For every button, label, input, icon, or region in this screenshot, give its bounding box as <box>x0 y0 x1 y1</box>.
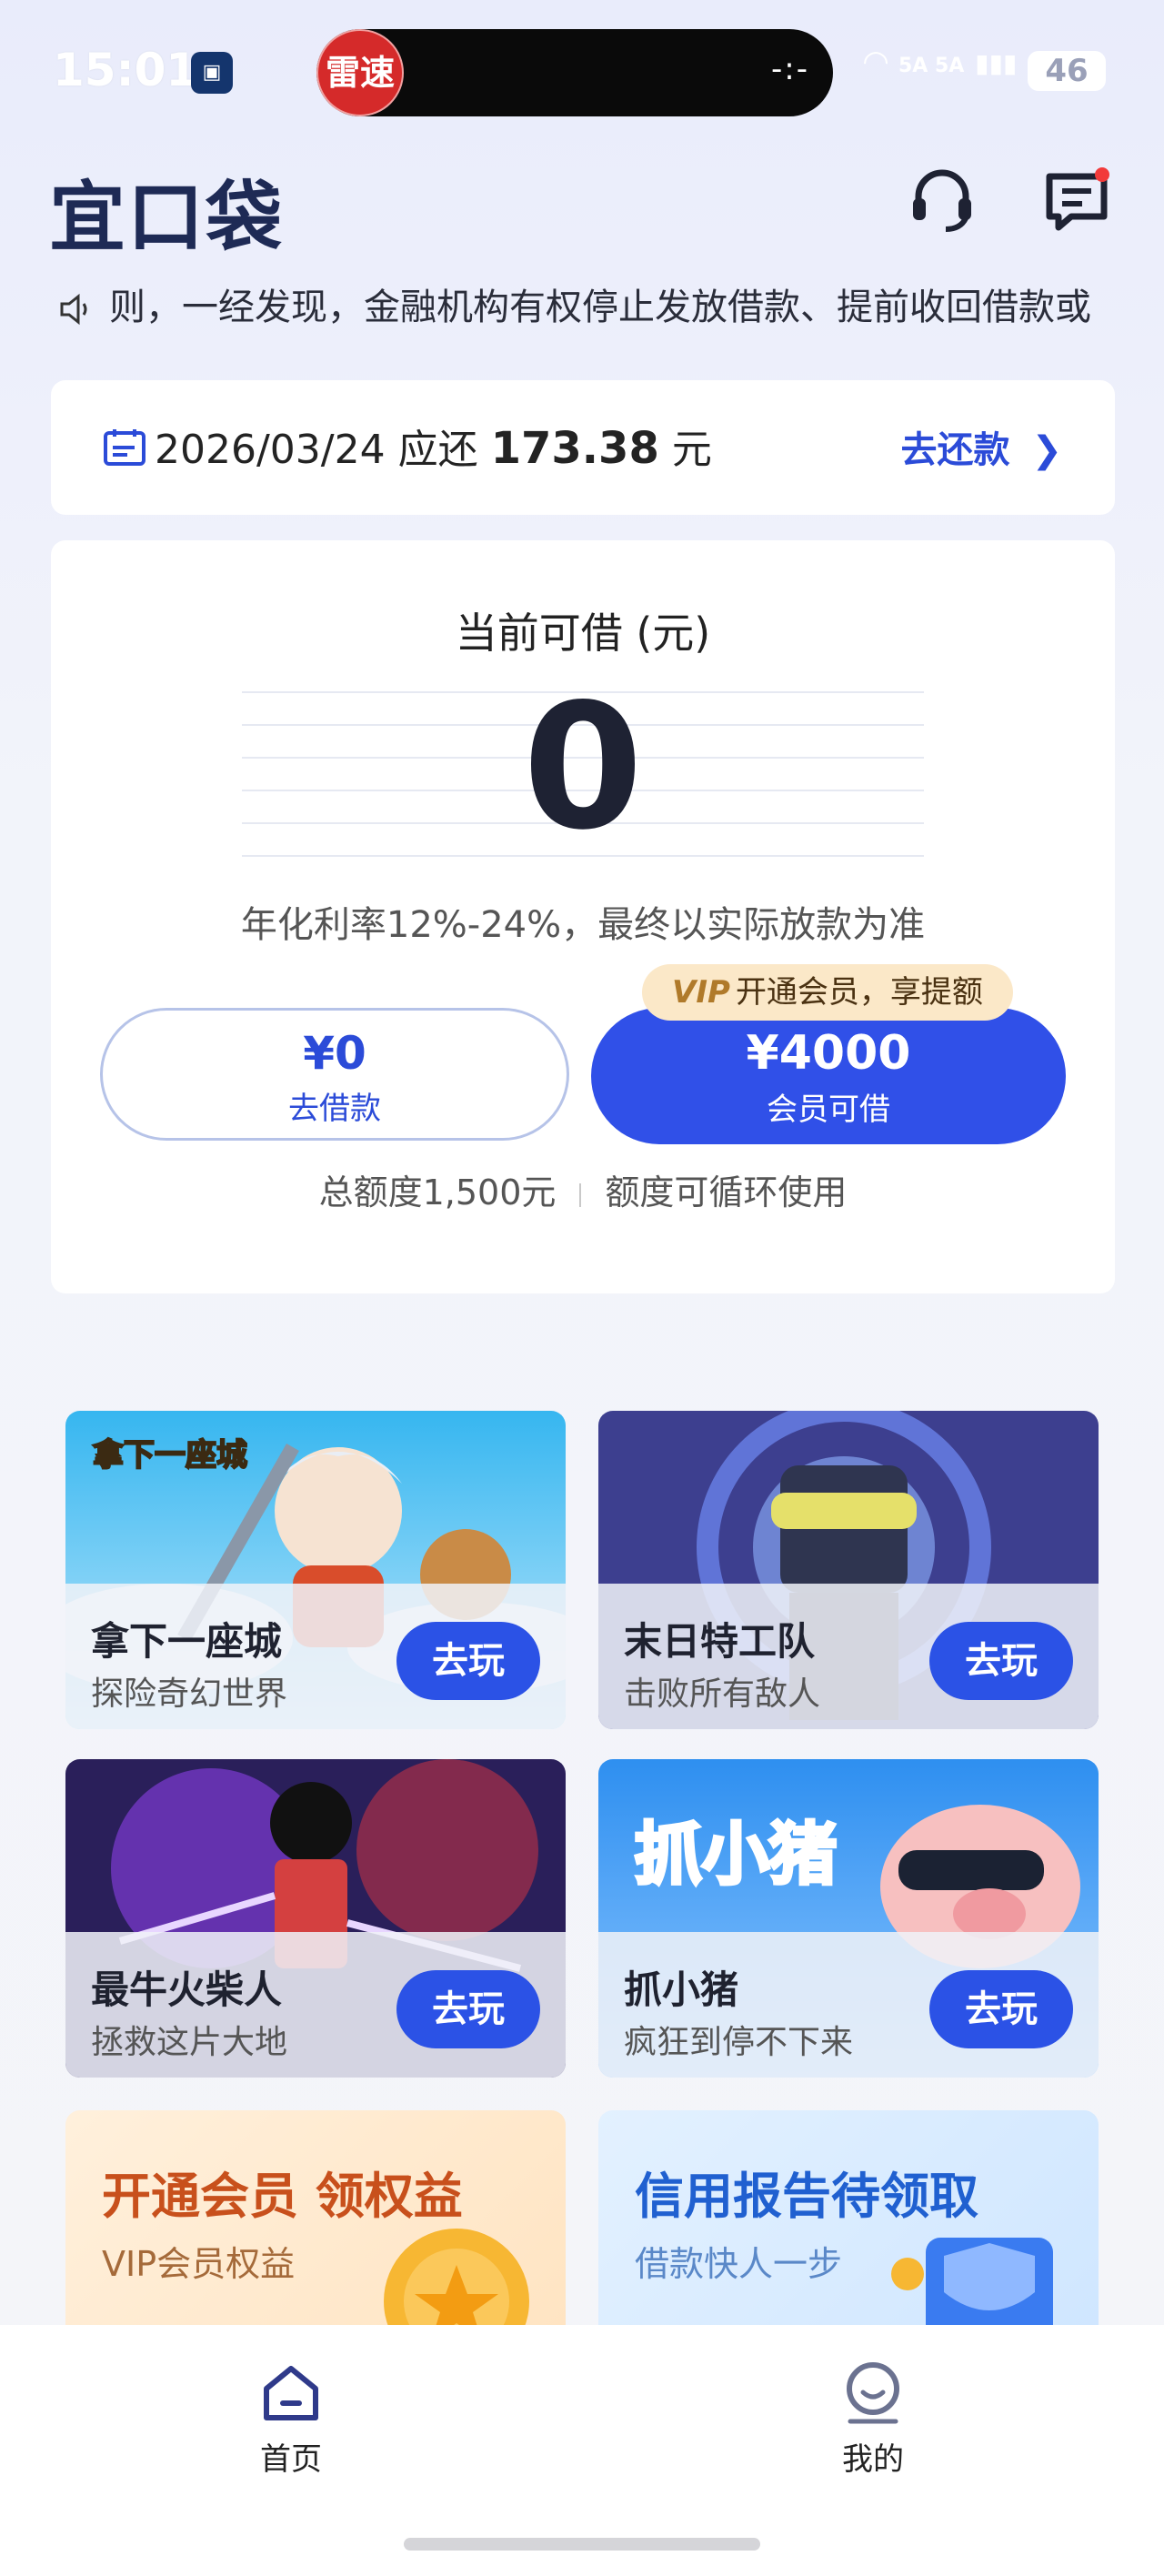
speaker-icon <box>60 293 87 326</box>
game-art-title: 拿下一座城 <box>93 1437 247 1474</box>
member-borrow-button[interactable]: ¥4000 会员可借 <box>591 1008 1066 1144</box>
nav-mine[interactable]: 我的 <box>782 2361 964 2479</box>
nav-home[interactable]: 首页 <box>200 2361 382 2479</box>
quota-info: 总额度1,500元 额度可循环使用 <box>51 1164 1115 1214</box>
game-card[interactable]: 拿下一座城 拿下一座城 探险奇幻世界 去玩 <box>65 1411 566 1729</box>
battery-indicator: 46 <box>1028 51 1106 91</box>
due-amount: 173.38 <box>490 423 659 474</box>
vip-icon: VIP <box>672 974 730 1011</box>
borrow-label: 去借款 <box>288 1091 381 1127</box>
vip-tip-text: 开通会员，享提额 <box>735 974 983 1011</box>
profile-icon <box>847 2362 899 2424</box>
play-button[interactable]: 去玩 <box>929 1622 1073 1700</box>
borrow-button[interactable]: ¥0 去借款 <box>100 1008 569 1141</box>
game-card[interactable]: 末日特工队 击败所有敌人 去玩 <box>598 1411 1099 1729</box>
chevron-right-icon: ❯ <box>1031 429 1062 471</box>
game-name: 最牛火柴人 <box>91 1967 283 2012</box>
member-label: 会员可借 <box>767 1092 890 1128</box>
island-app-badge: 雷速 <box>316 29 404 116</box>
home-indicator[interactable] <box>404 2538 760 2551</box>
cycle-note: 额度可循环使用 <box>605 1172 848 1213</box>
credit-card: 当前可借 (元) 0 年化利率12%-24%，最终以实际放款为准 ¥0 去借款 … <box>51 540 1115 1293</box>
due-unit: 元 <box>671 427 712 473</box>
due-info: 2026/03/24 应还 173.38 元 <box>155 417 712 475</box>
repay-link[interactable]: 去还款 ❯ <box>901 420 1062 473</box>
game-desc: 疯狂到停不下来 <box>624 2024 854 2061</box>
home-icon <box>264 2366 318 2420</box>
game-card[interactable]: 抓小猪 抓小猪 疯狂到停不下来 去玩 <box>598 1759 1099 2078</box>
play-button[interactable]: 去玩 <box>396 1970 540 2048</box>
game-desc: 击败所有敌人 <box>624 1675 821 1713</box>
message-icon[interactable] <box>1040 164 1113 236</box>
game-desc: 拯救这片大地 <box>91 2024 288 2061</box>
total-quota: 总额度1,500元 <box>318 1172 557 1213</box>
status-bar: 15:01 ▣ 雷速 -:- ◠ 5A 5A ▮▮▮ 46 <box>0 0 1164 146</box>
vip-promo-sub: VIP会员权益 <box>102 2244 296 2284</box>
island-status: -:- <box>771 51 809 87</box>
signal-label: 5A 5A <box>898 55 965 77</box>
signal-icon: ◠ 5A 5A ▮▮▮ <box>864 44 1018 80</box>
repay-link-label: 去还款 <box>900 429 1010 471</box>
app-logo: 宜口袋 <box>49 173 285 262</box>
game-name: 拿下一座城 <box>91 1619 283 1664</box>
available-amount: 0 <box>522 667 644 868</box>
member-amount: ¥4000 <box>746 1026 911 1081</box>
available-label: 当前可借 (元) <box>455 609 711 658</box>
wifi-icon: ◠ <box>864 44 888 80</box>
status-time: 15:01 <box>53 44 198 96</box>
game-desc: 探险奇幻世界 <box>91 1675 288 1713</box>
vip-promo-card[interactable]: 开通会员 领权益 VIP会员权益 <box>65 2110 566 2347</box>
nav-home-label: 首页 <box>260 2441 322 2478</box>
notice-bar[interactable]: 则，一经发现，金融机构有权停止发放借款、提前收回借款或 <box>56 277 1120 332</box>
due-date: 2026/03/24 <box>155 427 386 473</box>
customer-service-icon[interactable] <box>906 164 978 236</box>
play-button[interactable]: 去玩 <box>396 1622 540 1700</box>
vip-tip-badge[interactable]: VIP 开通会员，享提额 <box>642 964 1013 1021</box>
credit-report-sub: 借款快人一步 <box>635 2244 843 2284</box>
play-button[interactable]: 去玩 <box>929 1970 1073 2048</box>
app-notification-icon: ▣ <box>191 52 233 94</box>
game-name: 末日特工队 <box>624 1619 816 1664</box>
unread-dot <box>1095 167 1109 182</box>
interest-rate-note: 年化利率12%-24%，最终以实际放款为准 <box>240 904 926 946</box>
credit-report-title: 信用报告待领取 <box>635 2168 978 2225</box>
dynamic-island[interactable]: 雷速 -:- <box>316 29 833 116</box>
game-card[interactable]: 最牛火柴人 拯救这片大地 去玩 <box>65 1759 566 2078</box>
credit-report-card[interactable]: 信用报告待领取 借款快人一步 <box>598 2110 1099 2347</box>
due-prefix: 应还 <box>397 427 478 473</box>
nav-mine-label: 我的 <box>842 2441 904 2478</box>
borrow-amount: ¥0 <box>303 1027 366 1080</box>
notice-text: 则，一经发现，金融机构有权停止发放借款、提前收回借款或 <box>109 287 1091 328</box>
game-art-title: 抓小猪 <box>635 1816 837 1894</box>
divider <box>579 1182 582 1207</box>
bill-icon <box>104 429 146 466</box>
repayment-due-card[interactable]: 2026/03/24 应还 173.38 元 去还款 ❯ <box>51 380 1115 515</box>
game-name: 抓小猪 <box>624 1967 739 2012</box>
